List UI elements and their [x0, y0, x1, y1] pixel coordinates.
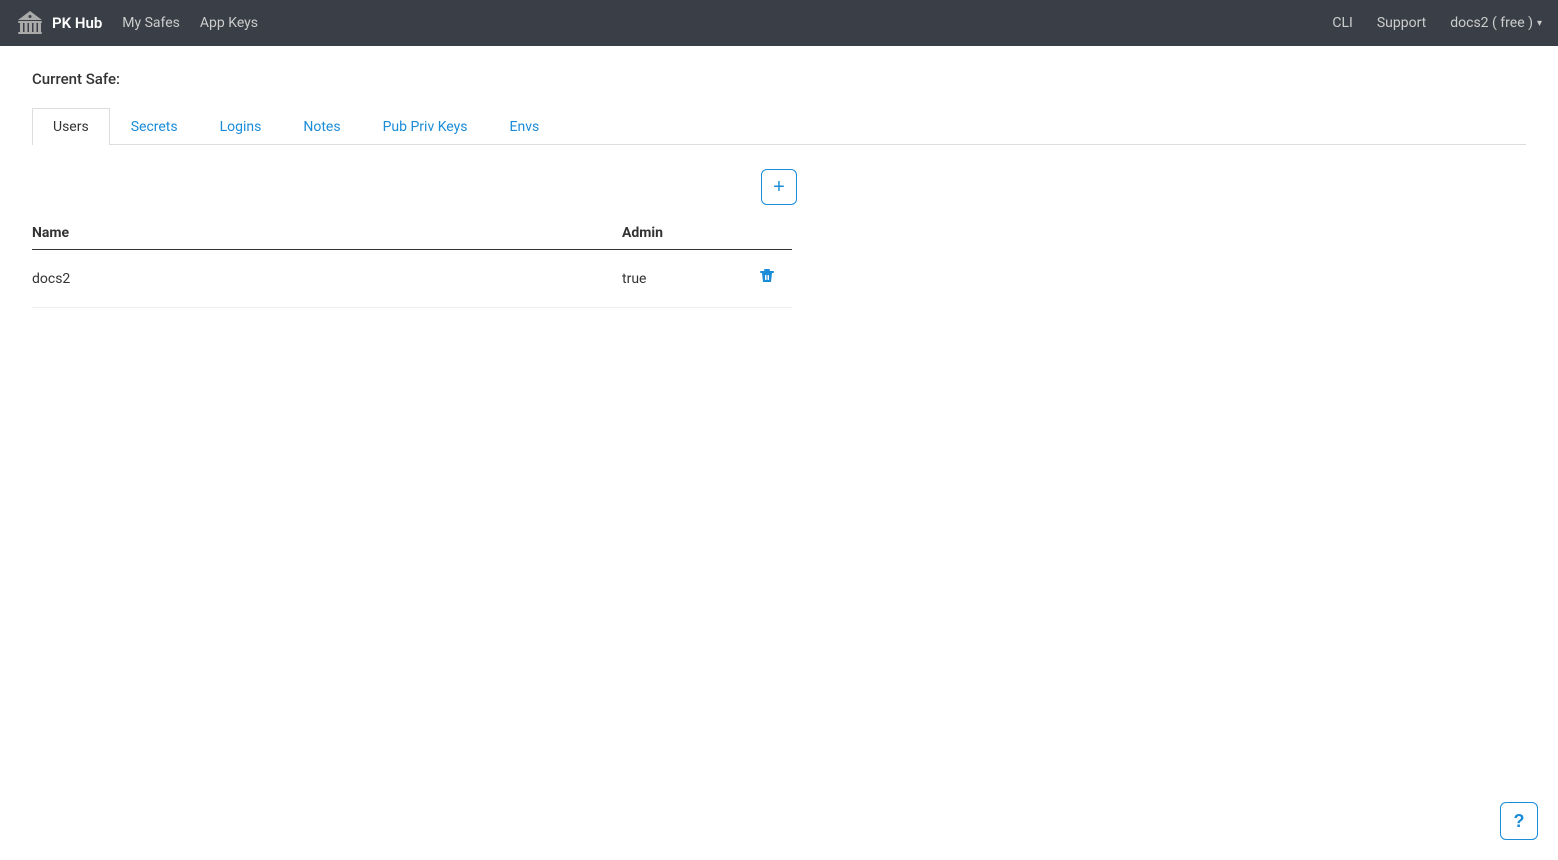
add-user-button[interactable]: + [761, 169, 797, 205]
users-table: Name Admin docs2 true [32, 225, 792, 308]
col-admin-header: Admin [622, 225, 742, 241]
current-safe-label: Current Safe: [32, 70, 1526, 88]
tabs: Users Secrets Logins Notes Pub Priv Keys… [32, 108, 1526, 145]
plus-icon: + [773, 176, 785, 199]
navbar-right: CLI Support docs2 ( free ) ▾ [1332, 15, 1542, 31]
brand-label: PK Hub [52, 14, 102, 32]
col-actions-header [742, 225, 792, 241]
cell-actions [742, 264, 792, 293]
help-icon: ? [1514, 811, 1525, 832]
trash-icon [759, 271, 775, 288]
tab-notes[interactable]: Notes [282, 108, 361, 145]
table-header: Name Admin [32, 225, 792, 250]
add-btn-container: + [32, 169, 1526, 205]
user-dropdown[interactable]: docs2 ( free ) ▾ [1450, 15, 1542, 31]
col-name-header: Name [32, 225, 622, 241]
brand[interactable]: PK Hub [16, 9, 102, 37]
app-keys-link[interactable]: App Keys [200, 15, 258, 31]
table-row: docs2 true [32, 250, 792, 308]
delete-user-button[interactable] [755, 264, 779, 293]
cell-admin: true [622, 271, 742, 287]
tab-users[interactable]: Users [32, 108, 110, 145]
chevron-down-icon: ▾ [1537, 18, 1542, 29]
tab-pub-priv-keys[interactable]: Pub Priv Keys [362, 108, 489, 145]
tab-secrets[interactable]: Secrets [110, 108, 199, 145]
tab-envs[interactable]: Envs [489, 108, 561, 145]
cli-link[interactable]: CLI [1332, 15, 1352, 31]
help-button[interactable]: ? [1500, 802, 1538, 840]
support-link[interactable]: Support [1377, 15, 1426, 31]
navbar: PK Hub My Safes App Keys CLI Support doc… [0, 0, 1558, 46]
cell-name: docs2 [32, 271, 622, 287]
bank-icon [16, 9, 44, 37]
tab-logins[interactable]: Logins [199, 108, 283, 145]
main-content: Current Safe: Users Secrets Logins Notes… [0, 46, 1558, 332]
user-label: docs2 ( free ) [1450, 15, 1533, 31]
my-safes-link[interactable]: My Safes [122, 15, 180, 31]
